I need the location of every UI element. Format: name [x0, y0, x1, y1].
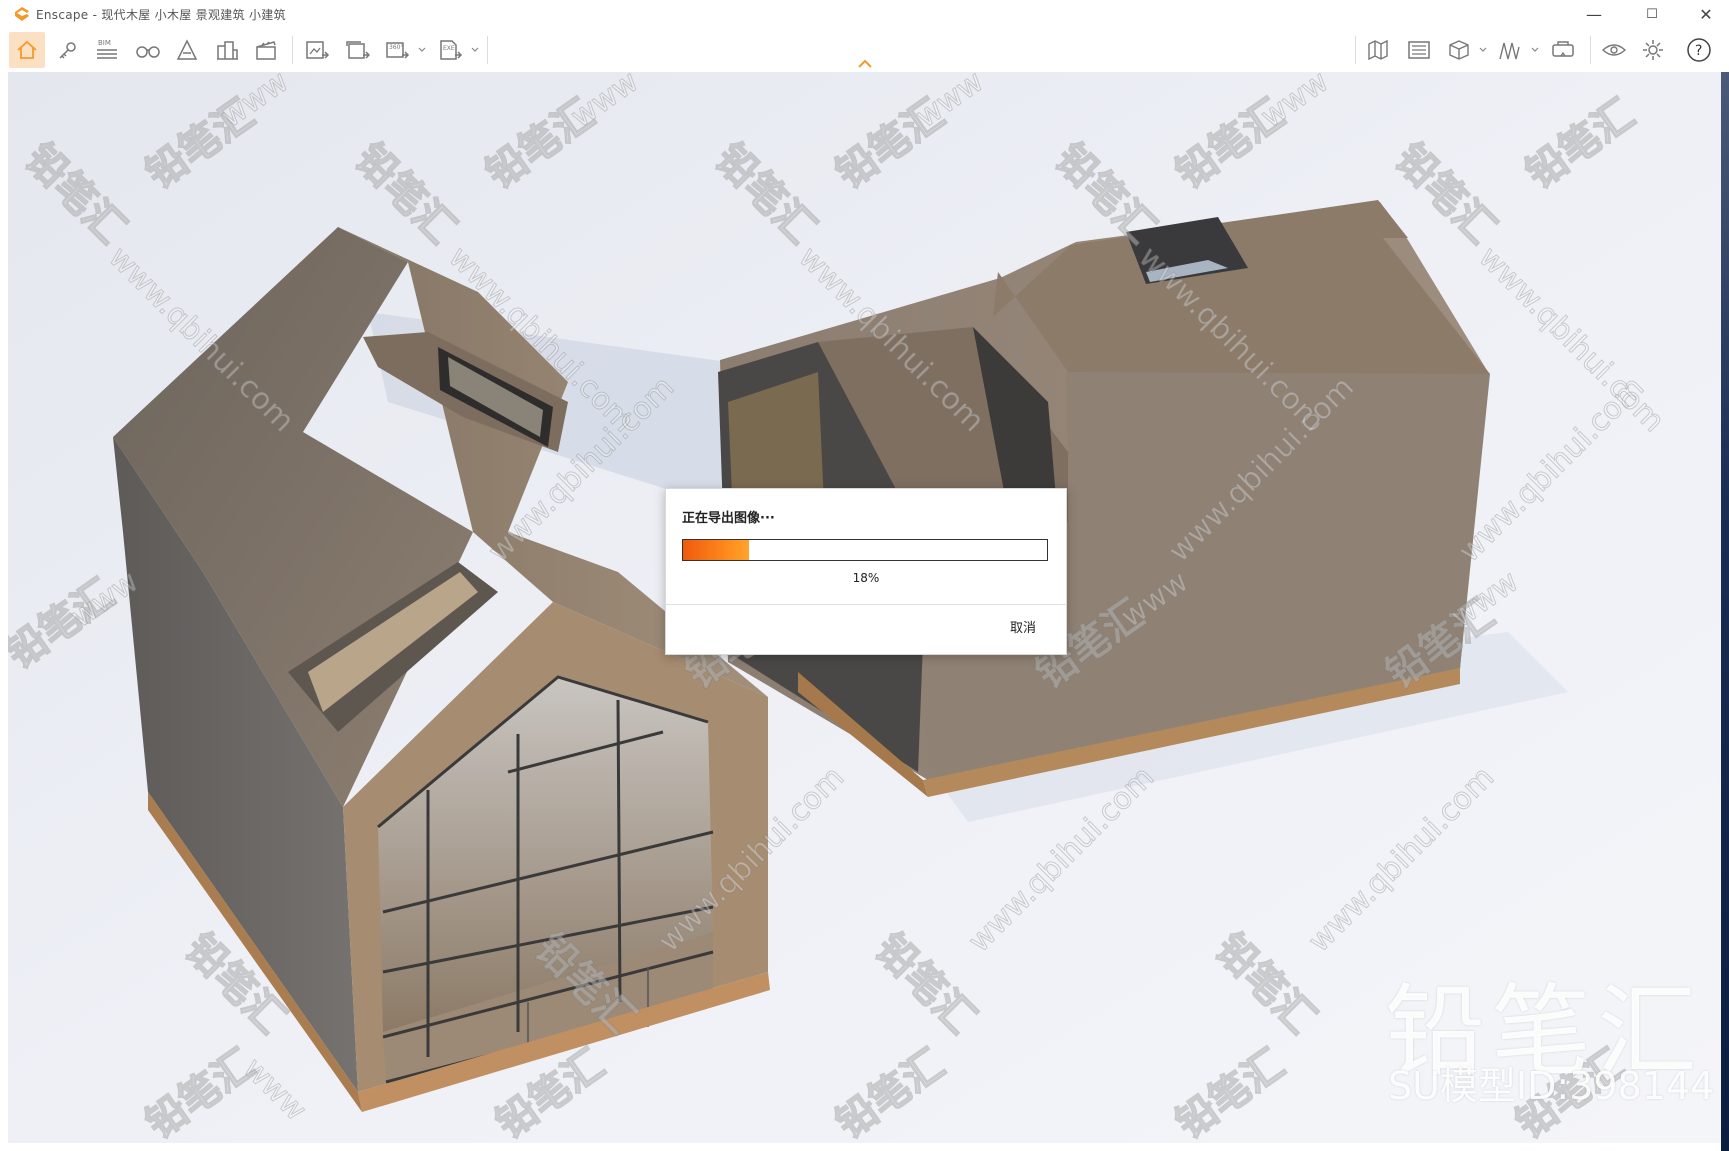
title-bar: Enscape - 现代木屋 小木屋 景观建筑 小建筑 — ☐ ✕ [0, 0, 1729, 28]
batch-render-button[interactable] [339, 32, 375, 68]
binoculars-icon [136, 46, 160, 58]
material-cube-icon [1449, 40, 1469, 60]
gallery-icon [1408, 41, 1430, 59]
model-id-watermark: SU模型ID:398144 [1388, 1064, 1715, 1108]
buildings-icon [217, 41, 238, 60]
binoculars-button[interactable] [130, 32, 166, 68]
desktop-background-edge [1721, 72, 1729, 1151]
visibility-button[interactable] [1596, 32, 1632, 68]
toolbar-separator [1590, 36, 1591, 64]
atmosphere-icon [176, 39, 198, 60]
enscape-logo-icon [15, 7, 29, 21]
gallery-button[interactable] [1401, 32, 1437, 68]
cancel-button[interactable]: 取消 [1010, 617, 1036, 636]
collapse-toolbar-icon[interactable] [856, 58, 874, 70]
export-progress-dialog: 正在导出图像··· 18% 取消 [665, 488, 1067, 655]
clapper-icon [256, 41, 276, 60]
progress-bar [682, 539, 1048, 561]
bim-button[interactable]: BIM [89, 32, 125, 68]
progress-percent: 18% [852, 571, 880, 585]
batch-render-icon [346, 41, 370, 59]
bim-icon: BIM [97, 39, 117, 59]
export-exe-icon: EXE [440, 40, 463, 60]
vr-button[interactable] [1545, 32, 1581, 68]
svg-text:BIM: BIM [98, 39, 111, 47]
chevron-down-icon[interactable] [417, 42, 427, 56]
export-exe-button[interactable]: EXE [432, 32, 468, 68]
atmosphere-button[interactable] [169, 32, 205, 68]
visibility-icon [1601, 44, 1627, 56]
home-icon [17, 40, 37, 59]
panorama-360-icon: 360° [386, 42, 410, 59]
help-button[interactable]: ? [1681, 32, 1717, 68]
toolbar-separator [292, 36, 293, 64]
chevron-down-icon[interactable] [470, 42, 480, 56]
minimize-button[interactable]: — [1571, 0, 1617, 28]
asset-library-icon [1499, 42, 1520, 60]
svg-text:360°: 360° [389, 44, 403, 51]
render-screenshot-button[interactable] [299, 32, 335, 68]
video-editor-button[interactable] [248, 32, 284, 68]
dialog-divider [666, 604, 1066, 605]
window-bottom-edge [8, 1143, 1721, 1151]
progress-fill [683, 540, 749, 560]
chevron-down-icon[interactable] [1530, 42, 1540, 56]
views-button[interactable] [50, 32, 86, 68]
panorama-button[interactable]: 360° [379, 32, 415, 68]
material-button[interactable] [1441, 32, 1477, 68]
buildings-button[interactable] [209, 32, 245, 68]
window-title: Enscape - 现代木屋 小木屋 景观建筑 小建筑 [36, 8, 286, 22]
svg-text:?: ? [1695, 43, 1702, 59]
maximize-button[interactable]: ☐ [1629, 0, 1675, 28]
key-icon [59, 42, 76, 59]
dialog-title: 正在导出图像··· [682, 511, 775, 526]
render-screenshot-icon [306, 41, 330, 59]
settings-button[interactable] [1635, 32, 1671, 68]
chevron-down-icon[interactable] [1478, 42, 1488, 56]
asset-library-button[interactable] [1492, 32, 1528, 68]
home-button[interactable] [9, 32, 45, 68]
map-button[interactable] [1361, 32, 1397, 68]
svg-text:EXE: EXE [443, 45, 455, 52]
toolbar-separator [487, 36, 488, 64]
close-button[interactable]: ✕ [1683, 0, 1729, 28]
help-icon: ? [1687, 38, 1711, 62]
settings-gear-icon [1643, 40, 1663, 60]
map-icon [1368, 39, 1388, 61]
toolbar-separator [1355, 36, 1356, 64]
vr-headset-icon [1552, 41, 1574, 57]
